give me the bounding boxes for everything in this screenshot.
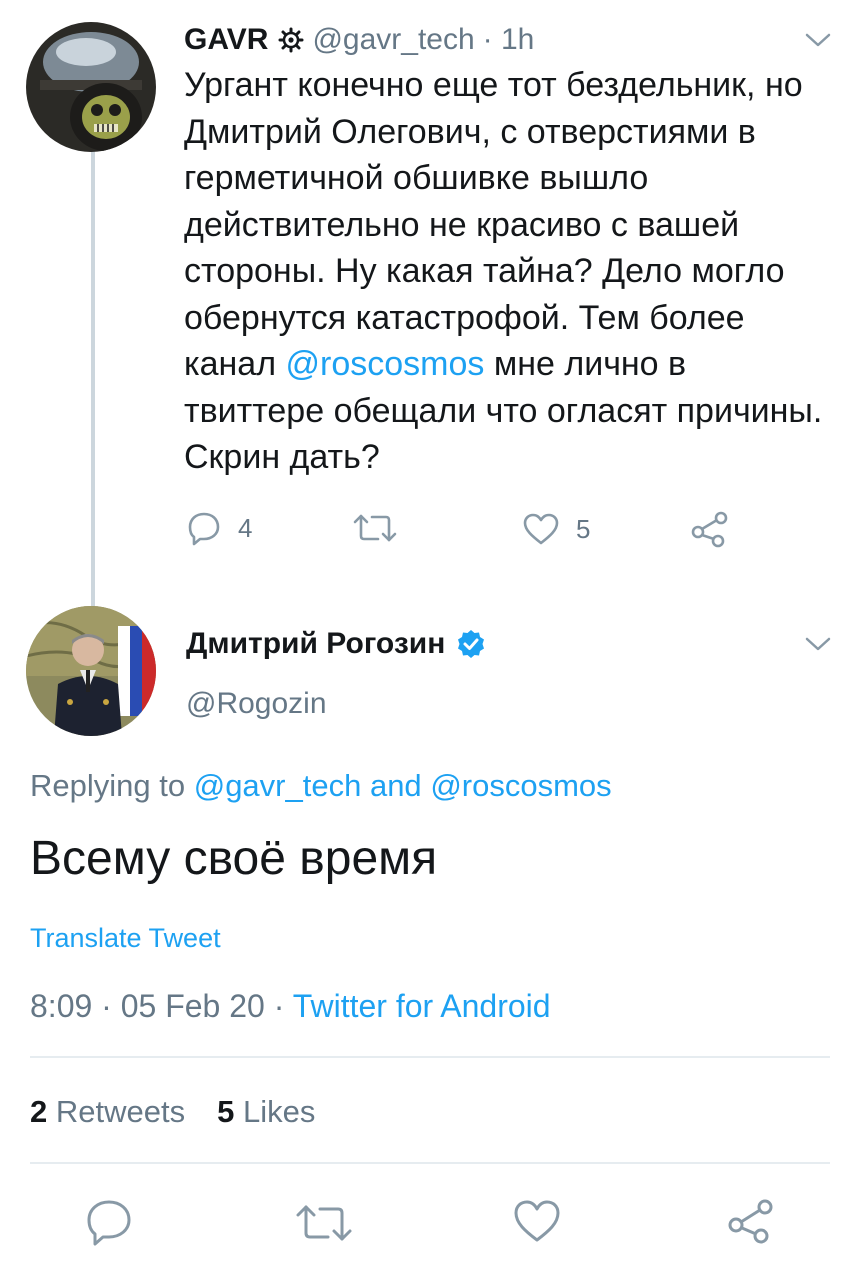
rogozin-avatar[interactable] [26, 606, 156, 736]
main-share-button[interactable] [726, 1196, 776, 1246]
parent-share-button[interactable] [690, 510, 730, 548]
main-retweet-button[interactable] [294, 1202, 354, 1244]
retweets-label: Retweets [55, 1094, 186, 1129]
main-tweet-text: Всему своё время [30, 832, 438, 885]
reply-to-gavr-link[interactable]: @gavr_tech [194, 768, 362, 803]
retweet-icon [352, 512, 398, 544]
reply-icon [186, 510, 222, 546]
replying-prefix: Replying to [30, 768, 186, 803]
parent-mention-link[interactable]: @roscosmos [286, 345, 485, 383]
share-icon [690, 510, 730, 548]
parent-display-name[interactable]: GAVR [184, 23, 268, 57]
likes-label: Likes [242, 1094, 316, 1129]
parent-handle[interactable]: @gavr_tech [312, 23, 474, 57]
heart-icon [512, 1198, 562, 1244]
translate-tweet-link[interactable]: Translate Tweet [30, 918, 221, 958]
gear-badge-icon [278, 27, 304, 53]
gavr-avatar[interactable] [26, 22, 156, 152]
reply-and: and [369, 768, 422, 803]
parent-tweet-text: Ургант конечно еще тот бездельник, но Дм… [184, 62, 834, 481]
divider [30, 1056, 830, 1058]
tweet-date: 05 Feb 20 [120, 988, 265, 1024]
chevron-down-icon[interactable] [804, 30, 832, 55]
tweet-time: 8:09 [30, 988, 93, 1024]
main-like-button[interactable] [512, 1198, 562, 1244]
likes-stat[interactable]: 5 Likes [217, 1090, 315, 1134]
verified-badge-icon [455, 628, 487, 660]
retweets-stat[interactable]: 2 Retweets [30, 1090, 185, 1134]
meta-separator: · [101, 988, 121, 1024]
reply-icon [84, 1198, 134, 1246]
thread-connector-line [91, 150, 95, 610]
meta-separator: · [273, 988, 293, 1024]
parent-tweet-header: GAVR @gavr_tech · 1h [184, 18, 534, 62]
parent-retweet-button[interactable] [352, 512, 398, 544]
chevron-down-icon[interactable] [804, 634, 832, 659]
parent-reply-button[interactable]: 4 [186, 510, 252, 546]
engagement-stats: 2 Retweets 5 Likes [30, 1090, 315, 1134]
parent-time: · 1h [482, 23, 535, 56]
main-reply-button[interactable] [84, 1198, 134, 1246]
likes-count: 5 [217, 1094, 235, 1129]
parent-reply-count: 4 [238, 512, 253, 543]
retweet-icon [294, 1202, 354, 1244]
replying-to-line: Replying to @gavr_tech and @roscosmos [30, 764, 612, 808]
heart-icon [522, 512, 560, 546]
parent-like-button[interactable]: 5 [522, 512, 590, 546]
divider [30, 1162, 830, 1164]
share-icon [726, 1196, 776, 1246]
tweet-meta-line: 8:09 · 05 Feb 20 · Twitter for Android [30, 984, 551, 1028]
parent-like-count: 5 [576, 513, 591, 544]
main-display-name[interactable]: Дмитрий Рогозин [186, 627, 445, 661]
reply-to-roscosmos-link[interactable]: @roscosmos [430, 768, 611, 803]
tweet-source-link[interactable]: Twitter for Android [293, 988, 551, 1024]
parent-text-part1: Ургант конечно еще тот бездельник, но Дм… [184, 66, 803, 383]
main-tweet-header: Дмитрий Рогозин [186, 622, 487, 666]
retweets-count: 2 [30, 1094, 48, 1129]
main-handle[interactable]: @Rogozin [186, 684, 327, 724]
